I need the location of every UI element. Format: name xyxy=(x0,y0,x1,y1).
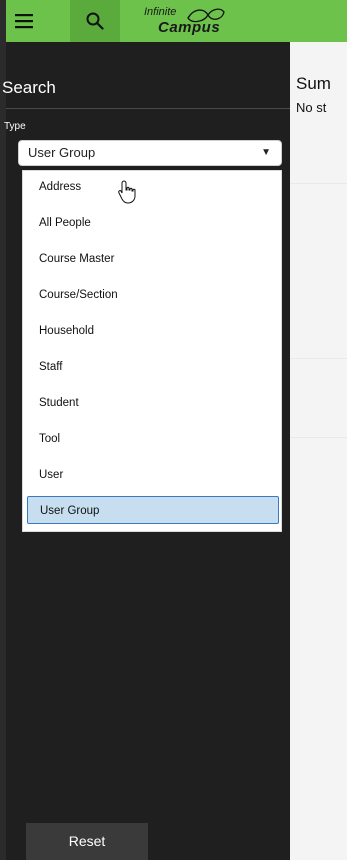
main-divider xyxy=(290,437,347,438)
dropdown-option-household[interactable]: Household xyxy=(27,317,279,345)
type-select-value: User Group xyxy=(28,145,96,160)
main-menu-button[interactable] xyxy=(6,0,41,42)
logo-text-top: Infinite xyxy=(144,6,177,18)
type-label: Type xyxy=(4,121,26,132)
search-nav-button[interactable] xyxy=(70,0,120,42)
hamburger-menu-icon xyxy=(14,14,33,29)
type-select[interactable]: User Group ▼ xyxy=(18,140,282,166)
logo-text-bottom: Campus xyxy=(158,19,221,36)
reset-button[interactable]: Reset xyxy=(26,823,148,860)
dropdown-option-course-master[interactable]: Course Master xyxy=(27,245,279,273)
summary-title: Sum xyxy=(296,74,331,93)
summary-subtitle: No st xyxy=(296,100,327,115)
dropdown-option-address[interactable]: Address xyxy=(27,173,279,201)
caret-down-icon: ▼ xyxy=(261,147,271,158)
dropdown-option-course-section[interactable]: Course/Section xyxy=(27,281,279,309)
hand-pointer-cursor-icon xyxy=(118,180,136,204)
type-dropdown-list: Address All People Course Master Course/… xyxy=(22,170,282,532)
main-divider xyxy=(290,183,347,184)
main-divider xyxy=(290,358,347,359)
dropdown-option-all-people[interactable]: All People xyxy=(27,209,279,237)
dropdown-option-tool[interactable]: Tool xyxy=(27,425,279,453)
dropdown-option-user-group[interactable]: User Group xyxy=(27,496,279,524)
sidebar-divider xyxy=(6,108,290,109)
dropdown-option-user[interactable]: User xyxy=(27,461,279,489)
dropdown-option-student[interactable]: Student xyxy=(27,389,279,417)
sidebar-title: Search xyxy=(2,78,56,97)
dropdown-option-staff[interactable]: Staff xyxy=(27,353,279,381)
infinite-campus-logo: Infinite Campus xyxy=(140,6,230,38)
search-icon xyxy=(86,12,104,30)
